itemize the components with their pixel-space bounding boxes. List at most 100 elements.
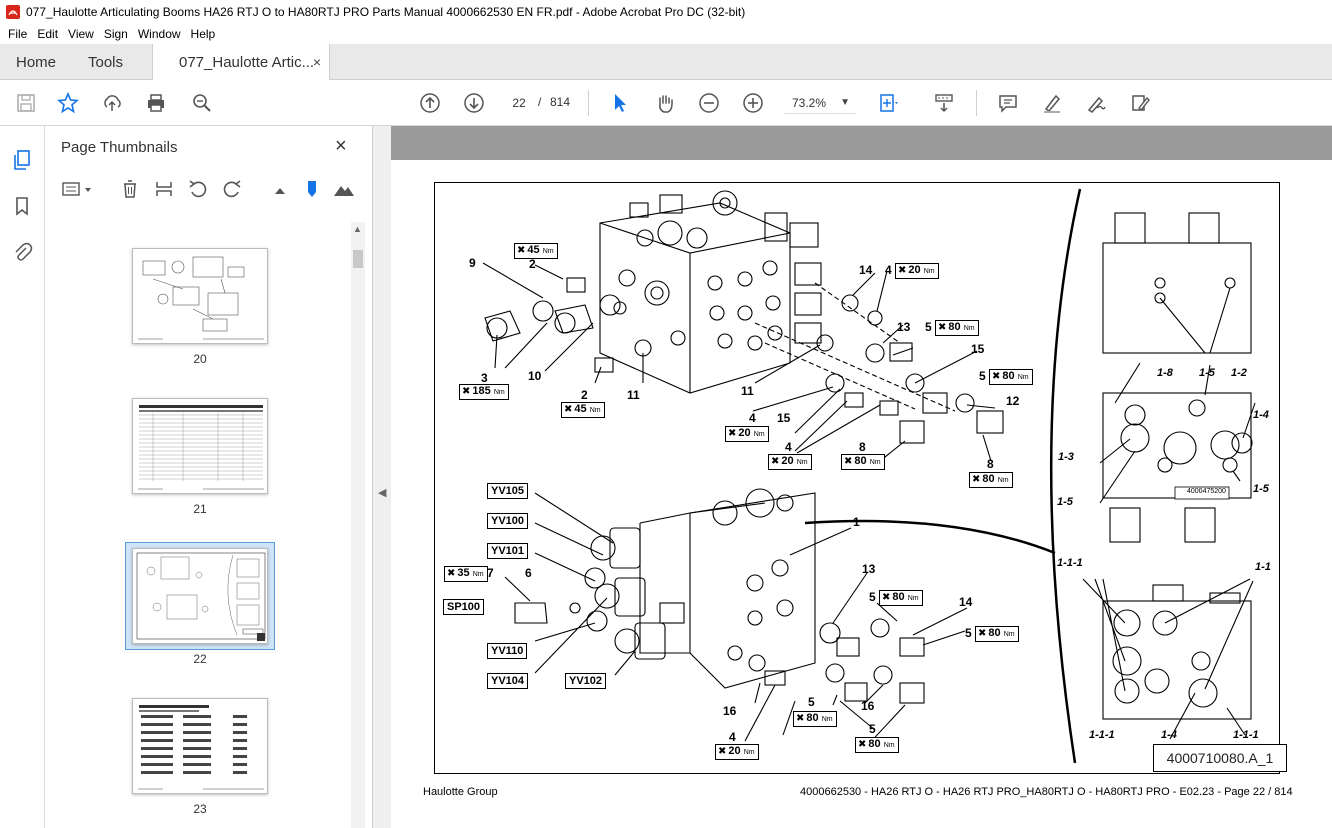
upload-icon[interactable] — [100, 92, 124, 114]
edit-tools-icon[interactable] — [1128, 92, 1152, 114]
menu-edit[interactable]: Edit — [37, 27, 58, 41]
callout-6: 6 — [525, 566, 532, 580]
zoom-select[interactable]: 73.2% ▼ — [784, 92, 856, 114]
valve-yv102: YV102 — [565, 673, 607, 689]
star-icon[interactable] — [56, 92, 80, 114]
zoom-in-icon[interactable] — [741, 92, 765, 114]
delete-icon[interactable] — [119, 178, 141, 200]
options-menu-icon[interactable] — [61, 178, 95, 200]
scroll-up-icon[interactable]: ▲ — [353, 224, 362, 234]
zoom-search-icon[interactable] — [190, 92, 214, 114]
thumbnail-scrollbar[interactable]: ▲ — [351, 222, 365, 828]
hand-icon[interactable] — [653, 92, 677, 114]
menu-window[interactable]: Window — [138, 27, 181, 41]
panel-collapse-handle[interactable]: ◀ — [373, 126, 391, 828]
valve-yv100: YV100 — [487, 513, 529, 529]
torque-20d: ✖ 20 Nm — [715, 744, 759, 760]
thumbnail-label-21: 21 — [193, 502, 207, 516]
bookmark-icon[interactable] — [10, 194, 34, 218]
zoom-value: 73.2% — [792, 95, 827, 110]
torque-185: ✖ 185 Nm — [459, 384, 509, 400]
thumbnail-page-20[interactable] — [132, 248, 268, 344]
page-separator: / — [538, 95, 542, 109]
zoom-out-icon[interactable] — [697, 92, 721, 114]
thumbnail-small-icon[interactable] — [269, 178, 291, 200]
close-icon[interactable]: × — [335, 135, 347, 158]
callout-13: 13 — [897, 320, 911, 334]
attachment-icon[interactable] — [10, 240, 34, 264]
menu-view[interactable]: View — [68, 27, 94, 41]
detail-1-4: 1-4 — [1253, 409, 1269, 421]
menu-file[interactable]: File — [8, 27, 27, 41]
rotate-left-icon[interactable] — [187, 178, 209, 200]
sign-icon[interactable] — [1084, 92, 1108, 114]
callout-4c: 4 — [785, 440, 792, 454]
arrow-down-circle-icon[interactable] — [462, 92, 486, 114]
callout-8b: 8 — [987, 457, 994, 471]
callout-3: 3 — [481, 371, 488, 385]
rotate-right-icon[interactable] — [221, 178, 243, 200]
callout-11: 11 — [627, 388, 640, 402]
chevron-left-icon: ◀ — [378, 487, 387, 499]
document-view[interactable]: 4000475200 9 2 3 10 2 11 14 4 13 5 15 5 … — [391, 126, 1332, 828]
torque-45b: ✖ 45 Nm — [561, 402, 605, 418]
page-total: 814 — [550, 95, 571, 109]
print-icon[interactable] — [144, 92, 168, 114]
highlight-pen-icon[interactable] — [1040, 92, 1064, 114]
callout-15b: 15 — [777, 411, 791, 425]
menu-help[interactable]: Help — [191, 27, 216, 41]
callout-5f: 5 — [869, 722, 876, 736]
detail-1-1-1: 1-1-1 — [1057, 557, 1083, 569]
detail-1-5c: 1-5 — [1253, 483, 1269, 495]
page-number-input[interactable] — [504, 92, 534, 114]
scroll-mode-icon[interactable] — [932, 92, 956, 114]
thumbnail-page-22[interactable] — [132, 548, 268, 644]
detail-1-2: 1-2 — [1231, 367, 1247, 379]
callout-4d: 4 — [729, 730, 736, 744]
tab-home[interactable]: Home — [16, 44, 56, 80]
menu-bar: File Edit View Sign Window Help — [0, 24, 1332, 44]
detail-1-1: 1-1 — [1255, 561, 1271, 573]
callout-2b: 2 — [581, 388, 588, 402]
callout-1: 1 — [853, 515, 860, 529]
thumbnail-page-23[interactable] — [132, 698, 268, 794]
torque-80f: ✖ 80 Nm — [975, 626, 1019, 642]
fit-page-icon[interactable] — [876, 92, 900, 114]
window-title: 077_Haulotte Articulating Booms HA26 RTJ… — [26, 5, 746, 19]
torque-45: ✖ 45 Nm — [514, 243, 558, 259]
detail-part-label: 4000475200 — [1187, 488, 1226, 495]
torque-80: ✖ 80 Nm — [935, 320, 979, 336]
callout-14: 14 — [859, 263, 873, 277]
torque-80h: ✖ 80 Nm — [855, 737, 899, 753]
page-thumbnails-icon[interactable] — [10, 148, 34, 172]
footer-company: Haulotte Group — [423, 786, 498, 798]
callout-5b: 5 — [979, 369, 986, 383]
torque-20b: ✖ 20 Nm — [725, 426, 769, 442]
panel-title: Page Thumbnails — [61, 139, 178, 156]
callout-10: 10 — [528, 369, 542, 383]
tab-close-icon[interactable]: × — [313, 54, 321, 70]
thumbnail-label-23: 23 — [193, 802, 207, 816]
scrollbar-thumb[interactable] — [353, 250, 363, 268]
title-bar: 077_Haulotte Articulating Booms HA26 RTJ… — [0, 0, 1332, 24]
save-icon[interactable] — [14, 92, 38, 114]
callout-5c: 5 — [869, 590, 876, 604]
thumbnail-page-21[interactable] — [132, 398, 268, 494]
thumbnail-size-slider[interactable] — [301, 178, 323, 200]
tab-document[interactable]: 077_Haulotte Artic... × — [152, 44, 330, 80]
extract-page-icon[interactable] — [153, 178, 175, 200]
callout-5: 5 — [925, 320, 932, 334]
callout-5e: 5 — [808, 695, 815, 709]
thumbnail-large-icon[interactable] — [333, 178, 355, 200]
detail-1-4b: 1-4 — [1161, 729, 1177, 741]
torque-35: ✖ 35 Nm — [444, 566, 488, 582]
menu-sign[interactable]: Sign — [104, 27, 128, 41]
cursor-arrow-icon[interactable] — [608, 92, 632, 114]
valve-sp100: SP100 — [443, 599, 485, 615]
callout-13b: 13 — [862, 562, 876, 576]
tab-tools[interactable]: Tools — [88, 44, 123, 80]
comment-icon[interactable] — [996, 92, 1020, 114]
document-page-gap — [391, 126, 1332, 160]
arrow-up-circle-icon[interactable] — [418, 92, 442, 114]
detail-1-8: 1-8 — [1157, 367, 1173, 379]
